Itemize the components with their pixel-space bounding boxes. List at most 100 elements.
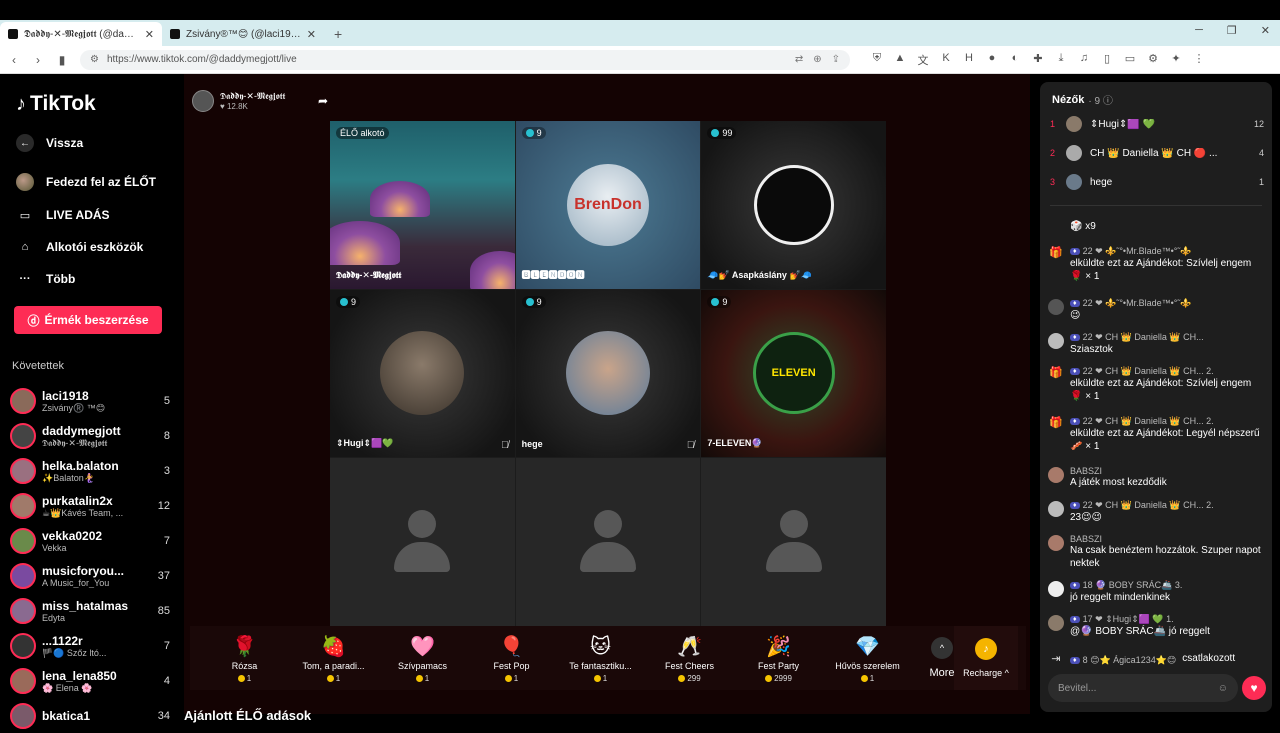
gift-item[interactable]: 🐱 Te fantasztiku... 1 xyxy=(556,634,645,683)
zoom-icon[interactable]: ⊕ xyxy=(813,54,821,65)
like-heart-button[interactable]: ♥ xyxy=(1242,676,1266,700)
translate-ext-icon[interactable]: 文 xyxy=(916,52,930,68)
close-window-icon[interactable]: ✕ xyxy=(1261,24,1270,37)
triangle-icon[interactable]: ▲ xyxy=(893,52,907,68)
translate-icon[interactable]: ⇄ xyxy=(795,54,803,65)
sender[interactable]: 22 ❤ CH 👑 Daniella 👑 CH... 2. xyxy=(1083,366,1214,377)
sender[interactable]: 22 ❤ CH 👑 Daniella 👑 CH... 2. xyxy=(1083,416,1214,427)
close-tab-icon[interactable]: ✕ xyxy=(307,28,316,41)
following-item[interactable]: ...1122r 🏴🔵 Szőz ltó... 7 xyxy=(10,629,170,663)
download-icon[interactable]: ⤓ xyxy=(1054,52,1068,68)
nav-explore-live[interactable]: Fedezd fel az ÉLŐT xyxy=(16,173,156,191)
guest-cell[interactable]: 9 hege 🎙̸ xyxy=(515,289,701,458)
close-tab-icon[interactable]: ✕ xyxy=(145,28,154,41)
following-item[interactable]: bkatica1 34 xyxy=(10,699,170,733)
new-tab-icon[interactable]: + xyxy=(324,22,352,46)
browser-tab[interactable]: Zsivány®™😊 (@laci1918) ÉLŐ a ✕ xyxy=(162,22,324,46)
cheers-icon: 🥂 xyxy=(677,635,702,658)
following-item[interactable]: vekka0202 Vekka 7 xyxy=(10,524,170,558)
avatar[interactable] xyxy=(1048,333,1064,349)
sender[interactable]: 22 ❤ CH 👑 Daniella 👑 CH... 2. xyxy=(1083,500,1214,511)
music-icon[interactable]: ♫ xyxy=(1077,52,1091,68)
guest-cell[interactable]: 9 ⇕Hugi⇕🟪💚 🎙̸ xyxy=(330,289,515,458)
following-item[interactable]: purkatalin2x ☕👑Kávés Team, ... 12 xyxy=(10,489,170,523)
share-icon[interactable]: ⇪ xyxy=(832,54,840,65)
sparkle-icon[interactable]: ✦ xyxy=(1169,52,1183,68)
gift-item[interactable]: 🌹 Rózsa 1 xyxy=(200,634,289,683)
sender[interactable]: BABSZI xyxy=(1070,466,1102,476)
sender[interactable]: BABSZI xyxy=(1070,534,1102,544)
record-icon[interactable]: ● xyxy=(985,52,999,68)
sender[interactable]: 17 ❤ ⇕Hugi⇕🟪 💚 1. xyxy=(1083,614,1174,625)
following-item[interactable]: helka.balaton ✨Balaton🧜‍♀️ 3 xyxy=(10,454,170,488)
nav-creator-tools[interactable]: ⌂ Alkotói eszközök xyxy=(16,238,144,256)
menu-icon[interactable]: ⋮ xyxy=(1192,52,1206,68)
following-item[interactable]: daddymegjott 𝕯𝖆𝖉𝖉𝖞-✕-𝕸𝖊𝖌𝖏𝖔𝖙𝖙 8 xyxy=(10,419,170,453)
gift-item[interactable]: 💎 Hűvös szerelem 1 xyxy=(823,634,912,683)
gift-item[interactable]: 🍓 Tom, a paradi... 1 xyxy=(289,634,378,683)
bookmark-icon[interactable]: ▮ xyxy=(56,53,68,67)
k-ext-icon[interactable]: K xyxy=(939,52,953,68)
avatar[interactable] xyxy=(1048,299,1064,315)
sender[interactable]: 22 ❤ ⚜️˜°•Mr.Blade™•°˜⚜️ xyxy=(1083,246,1192,257)
get-coins-button[interactable]: ⓓ Érmék beszerzése xyxy=(14,306,162,334)
tiktok-logo[interactable]: ♪ TikTok xyxy=(16,92,96,116)
top-viewer-row[interactable]: 2 CH 👑 Daniella 👑 CH 🔴 ... 4 xyxy=(1050,145,1264,161)
empty-guest-slot[interactable] xyxy=(701,458,886,626)
color-ext-icon[interactable]: ◐ xyxy=(1008,52,1022,68)
host-avatar[interactable] xyxy=(192,90,214,112)
avatar[interactable] xyxy=(1048,501,1064,517)
gift-item[interactable]: 🎉 Fest Party 2999 xyxy=(734,634,823,683)
recharge-button[interactable]: ♪ Recharge ^ xyxy=(954,626,1018,690)
guest-cell[interactable]: 99 🧢💅 Asapkáslány 💅🧢 xyxy=(701,121,886,289)
top-viewer-row[interactable]: 3 hege 1 xyxy=(1050,174,1264,190)
site-info-icon[interactable]: ⚙ xyxy=(90,54,99,65)
price-value: 1 xyxy=(246,673,252,683)
empty-guest-slot[interactable] xyxy=(330,458,515,626)
restore-icon[interactable]: ❐ xyxy=(1227,24,1237,37)
his-ext-icon[interactable]: H xyxy=(962,52,976,68)
url-field[interactable]: ⚙ https://www.tiktok.com/@daddymegjott/l… xyxy=(80,49,850,70)
following-item[interactable]: miss_hatalmas Edyta 85 xyxy=(10,594,170,628)
guest-cell-host[interactable]: ÉLŐ alkotó 𝕯𝖆𝖉𝖉𝖞-✕-𝕸𝖊𝖌𝖏𝖔𝖙𝖙 xyxy=(330,121,515,289)
minimize-icon[interactable]: ─ xyxy=(1195,24,1203,37)
nav-live[interactable]: ▭ LIVE ADÁS xyxy=(16,206,110,224)
gift-item[interactable]: 🥂 Fest Cheers 299 xyxy=(645,634,734,683)
avatar[interactable] xyxy=(1048,581,1064,597)
price-value: 1 xyxy=(424,673,430,683)
shield-icon[interactable]: ⛨ xyxy=(870,52,884,68)
back-icon[interactable]: ‹ xyxy=(8,53,20,67)
settings-icon[interactable]: ⚙ xyxy=(1146,52,1160,68)
sender[interactable]: 22 ❤ CH 👑 Daniella 👑 CH... xyxy=(1083,332,1204,343)
forward-icon[interactable]: › xyxy=(32,53,44,67)
following-item[interactable]: musicforyou... A Music_for_You 37 xyxy=(10,559,170,593)
following-item[interactable]: laci1918 Zsivány®️ ™😊 5 xyxy=(10,384,170,418)
avatar[interactable] xyxy=(1048,535,1064,551)
avatar[interactable] xyxy=(1048,615,1064,631)
avatar[interactable] xyxy=(1048,467,1064,483)
browser-tab-active[interactable]: 𝕯𝖆𝖉𝖉𝖞-✕-𝕸𝖊𝖌𝖏𝖔𝖙𝖙 (@daddymegjott) ✕ xyxy=(0,22,162,46)
gem-icon xyxy=(711,297,720,306)
following-sub: 🏴🔵 Szőz ltó... xyxy=(42,647,107,658)
empty-guest-slot[interactable] xyxy=(515,458,701,626)
viewers-count[interactable]: · 9 ⓘ xyxy=(1088,92,1112,107)
emoji-icon[interactable]: ☺ xyxy=(1218,683,1228,694)
guest-cell[interactable]: BrenDon 9 🅱🅻🅴🅽🅳🅾🅽 xyxy=(515,121,701,289)
puzzle-icon[interactable]: ✚ xyxy=(1031,52,1045,68)
nav-more[interactable]: ··· Több xyxy=(16,270,76,288)
wallet-icon[interactable]: ▭ xyxy=(1123,52,1137,68)
nav-back[interactable]: ← Vissza xyxy=(16,134,83,152)
sender[interactable]: 18 🔮 BOBY SRÁC🚢 3. xyxy=(1083,580,1183,591)
following-item[interactable]: lena_lena850 🌸 Elena 🌸 4 xyxy=(10,664,170,698)
gift-item[interactable]: 🩷 Szívpamacs 1 xyxy=(378,634,467,683)
chat-input[interactable]: Bevitel... ☺ xyxy=(1048,674,1238,702)
sidebar-toggle-icon[interactable]: ▯ xyxy=(1100,52,1114,68)
share-arrow-icon[interactable]: ➦ xyxy=(318,94,328,108)
message-text: elküldte ezt az Ajándékot: Szívlelj enge… xyxy=(1070,258,1252,282)
host-header[interactable]: 𝕯𝖆𝖉𝖉𝖞-✕-𝕸𝖊𝖌𝖏𝖔𝖙𝖙 ♥ 12.8K xyxy=(192,90,285,112)
sender[interactable]: 22 ❤ ⚜️˜°•Mr.Blade™•°˜⚜️ xyxy=(1083,298,1192,309)
top-viewer-row[interactable]: 1 ⇕Hugi⇕🟪 💚 12 xyxy=(1050,116,1264,132)
guest-cell[interactable]: ELEVEN 9 7-ELEVEN🔮 xyxy=(701,289,886,458)
sender[interactable]: 8 😊⭐ Ágica1234⭐😊 xyxy=(1083,655,1177,666)
gift-item[interactable]: 🎈 Fest Pop 1 xyxy=(467,634,556,683)
